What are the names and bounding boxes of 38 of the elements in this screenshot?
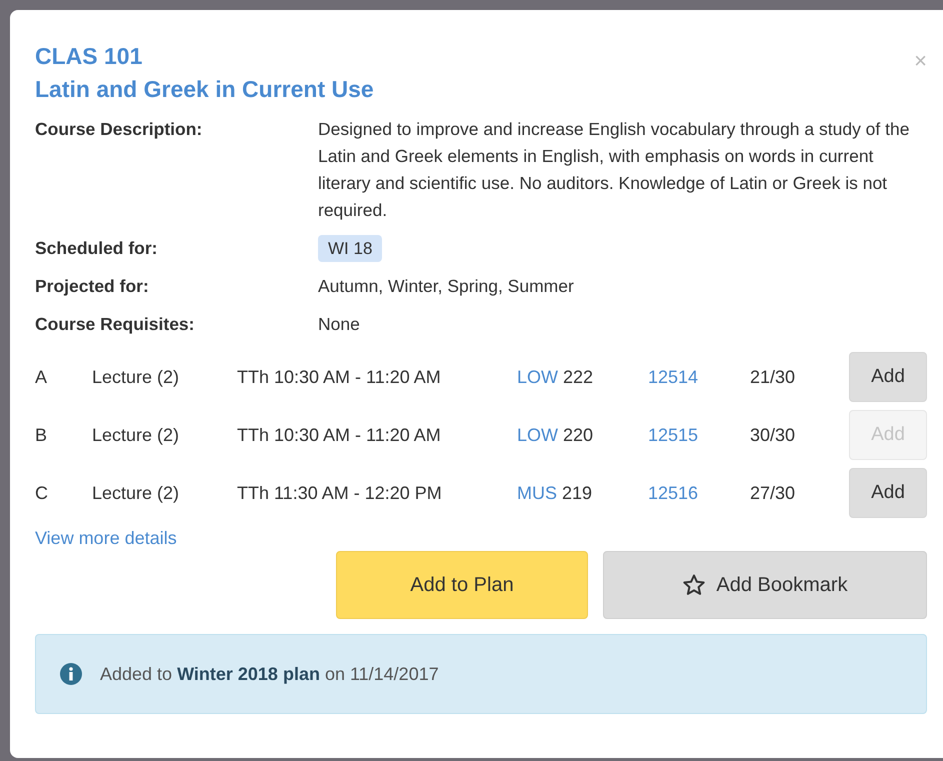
sln-link[interactable]: 12516 [648,482,750,504]
star-icon [682,573,706,597]
detail-value: Autumn, Winter, Spring, Summer [318,276,574,296]
section-location: LOW 222 [517,366,594,388]
section-id: C [35,482,49,504]
section-time: TTh 10:30 AM - 11:20 AM [237,366,442,388]
notice-text: Added to Winter 2018 plan on 11/14/2017 [100,664,439,684]
close-button[interactable]: × [914,50,927,72]
add-bookmark-button[interactable]: Add Bookmark [603,551,927,619]
course-title: Latin and Greek in Current Use [35,75,374,104]
seat-count: 27/30 [750,482,796,504]
section-id: A [35,366,48,388]
detail-label: Course Requisites: [35,313,196,336]
add-section-button[interactable]: Add [849,352,927,402]
building-link[interactable]: LOW [517,366,558,386]
detail-label: Projected for: [35,275,150,298]
section-type: Lecture (2) [92,482,180,504]
section-time: TTh 10:30 AM - 11:20 AM [237,424,442,446]
quarter-tag: WI 18 [318,235,382,262]
section-location: LOW 220 [517,424,594,446]
section-type: Lecture (2) [92,424,180,446]
section-id: B [35,424,48,446]
section-type: Lecture (2) [92,366,180,388]
detail-label: Course Description: [35,118,204,141]
detail-value: Designed to improve and increase English vocabulary through a study of the Latin and Greek elements in English, with emphasis on words in current literary and scientific use. No auditors. Knowledge of Latin or Greek is not required. [318,119,910,220]
seat-count: 21/30 [750,366,796,388]
detail-label: Scheduled for: [35,237,159,260]
section-location: MUS 219 [517,482,594,504]
add-to-plan-button[interactable]: Add to Plan [336,551,588,619]
course-code: CLAS 101 [35,42,142,71]
building-link[interactable]: MUS [517,482,557,502]
info-icon [60,663,82,685]
detail-value: None [318,314,360,334]
add-section-button[interactable]: Add [849,468,927,518]
seat-count: 30/30 [750,424,796,446]
view-details-link[interactable]: View more details [35,528,177,549]
sln-link[interactable]: 12514 [648,366,750,388]
section-time: TTh 11:30 AM - 12:20 PM [237,482,443,504]
